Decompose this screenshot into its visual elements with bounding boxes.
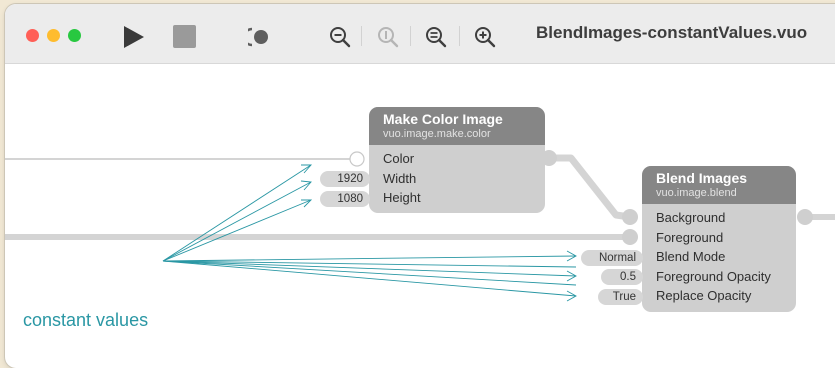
toolbar: BlendImages-constantValues.vuo bbox=[5, 4, 835, 64]
toolbar-separator bbox=[410, 26, 411, 46]
stop-icon[interactable] bbox=[173, 25, 197, 49]
annotation-arrow bbox=[162, 260, 577, 277]
port-label-height: Height bbox=[383, 190, 421, 205]
annotation-label: constant values bbox=[23, 310, 149, 330]
constant-height[interactable]: 1080 bbox=[320, 191, 370, 207]
composition-window: BlendImages-constantValues.vuo Make Colo… bbox=[5, 4, 835, 368]
annotation-arrow bbox=[162, 181, 312, 262]
port-label-blend-mode: Blend Mode bbox=[656, 249, 726, 264]
port-label-width: Width bbox=[383, 171, 417, 186]
annotation-arrow bbox=[162, 260, 577, 286]
toolbar-separator bbox=[459, 26, 460, 46]
port-label-replace-opacity: Replace Opacity bbox=[656, 288, 752, 303]
play-icon[interactable] bbox=[122, 24, 146, 50]
constant-foreground-opacity[interactable]: 0.5 bbox=[601, 269, 643, 285]
node-class-name: vuo.image.blend bbox=[656, 187, 737, 199]
input-port-background bbox=[622, 209, 638, 225]
node-title: Make Color Image bbox=[383, 111, 503, 127]
node-blend-images[interactable]: Blend Images vuo.image.blend Background … bbox=[642, 166, 796, 312]
node-header: Blend Images vuo.image.blend bbox=[642, 166, 796, 204]
node-class-name: vuo.image.make.color bbox=[383, 128, 491, 140]
node-title: Blend Images bbox=[656, 170, 748, 186]
constant-replace-opacity[interactable]: True bbox=[598, 289, 643, 305]
cable bbox=[545, 154, 634, 221]
toolbar-separator bbox=[361, 26, 362, 46]
window-title: BlendImages-constantValues.vuo bbox=[536, 23, 808, 42]
annotation-arrow bbox=[162, 255, 577, 262]
node-make-color-image[interactable]: Make Color Image vuo.image.make.color Co… bbox=[369, 107, 545, 213]
node-header: Make Color Image vuo.image.make.color bbox=[369, 107, 545, 145]
zoom-actual-icon[interactable] bbox=[377, 26, 399, 48]
constant-blend-mode[interactable]: Normal bbox=[581, 250, 643, 266]
zoom-to-fit-icon[interactable] bbox=[425, 26, 447, 48]
zoom-window-button[interactable] bbox=[68, 29, 81, 42]
minimize-window-button[interactable] bbox=[47, 29, 60, 42]
port-label-foreground: Foreground bbox=[656, 230, 724, 245]
close-window-button[interactable] bbox=[26, 29, 39, 42]
composition-canvas[interactable]: Make Color Image vuo.image.make.color Co… bbox=[5, 64, 835, 368]
zoom-out-icon[interactable] bbox=[329, 26, 351, 48]
port-label-foreground-opacity: Foreground Opacity bbox=[656, 269, 771, 284]
output-port bbox=[797, 209, 813, 225]
annotation-arrow bbox=[162, 199, 312, 262]
port-label-background: Background bbox=[656, 210, 726, 225]
zoom-in-icon[interactable] bbox=[474, 26, 496, 48]
show-events-icon[interactable] bbox=[248, 27, 272, 47]
constant-width[interactable]: 1920 bbox=[320, 171, 370, 187]
port-label-color: Color bbox=[383, 151, 415, 166]
input-port-foreground bbox=[622, 229, 638, 245]
input-port-color bbox=[349, 151, 365, 167]
annotation-arrow bbox=[162, 164, 312, 262]
arrowhead bbox=[301, 164, 312, 174]
